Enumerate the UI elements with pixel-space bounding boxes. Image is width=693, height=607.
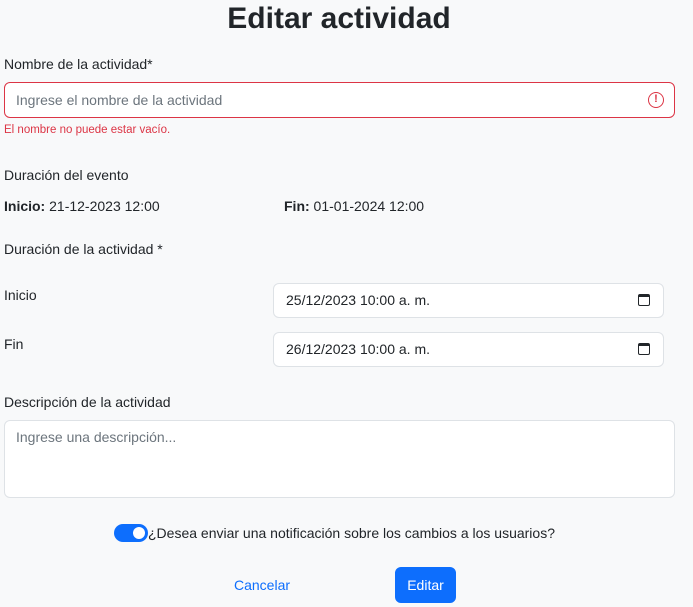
name-error-message: El nombre no puede estar vacío. — [4, 124, 171, 136]
event-start-label: Inicio: — [4, 198, 46, 214]
calendar-icon[interactable] — [638, 343, 650, 355]
invalid-icon: ! — [648, 92, 664, 108]
event-duration-label: Duración del evento — [4, 167, 129, 183]
edit-activity-form: Editar actividad Nombre de la actividad*… — [0, 0, 693, 607]
event-end-value: 01-01-2024 12:00 — [313, 198, 425, 214]
description-label: Descripción de la actividad — [4, 394, 171, 410]
submit-button[interactable]: Editar — [395, 567, 456, 603]
activity-end-datetime-input[interactable]: 26/12/2023 10:00 a. m. — [273, 332, 664, 367]
activity-end-label: Fin — [4, 336, 24, 352]
activity-start-label: Inicio — [4, 287, 37, 303]
name-field-label: Nombre de la actividad* — [4, 56, 153, 72]
notify-label: ¿Desea enviar una notificación sobre los… — [148, 525, 555, 541]
activity-end-value: 26/12/2023 10:00 a. m. — [286, 341, 430, 357]
calendar-icon[interactable] — [638, 294, 650, 306]
activity-start-datetime-input[interactable]: 25/12/2023 10:00 a. m. — [273, 283, 664, 318]
notify-toggle[interactable] — [114, 524, 148, 542]
page-title: Editar actividad — [227, 2, 451, 35]
cancel-button[interactable]: Cancelar — [224, 567, 300, 603]
activity-start-value: 25/12/2023 10:00 a. m. — [286, 292, 430, 308]
activity-name-input[interactable] — [4, 82, 675, 118]
event-end-label: Fin: — [284, 198, 310, 214]
activity-duration-label: Duración de la actividad * — [4, 241, 163, 257]
notify-row: ¿Desea enviar una notificación sobre los… — [114, 523, 555, 543]
toggle-knob — [133, 527, 145, 539]
event-start: Inicio: 21-12-2023 12:00 — [4, 198, 160, 214]
description-textarea[interactable] — [4, 420, 675, 498]
event-start-value: 21-12-2023 12:00 — [49, 198, 160, 214]
event-end: Fin: 01-01-2024 12:00 — [284, 198, 424, 214]
